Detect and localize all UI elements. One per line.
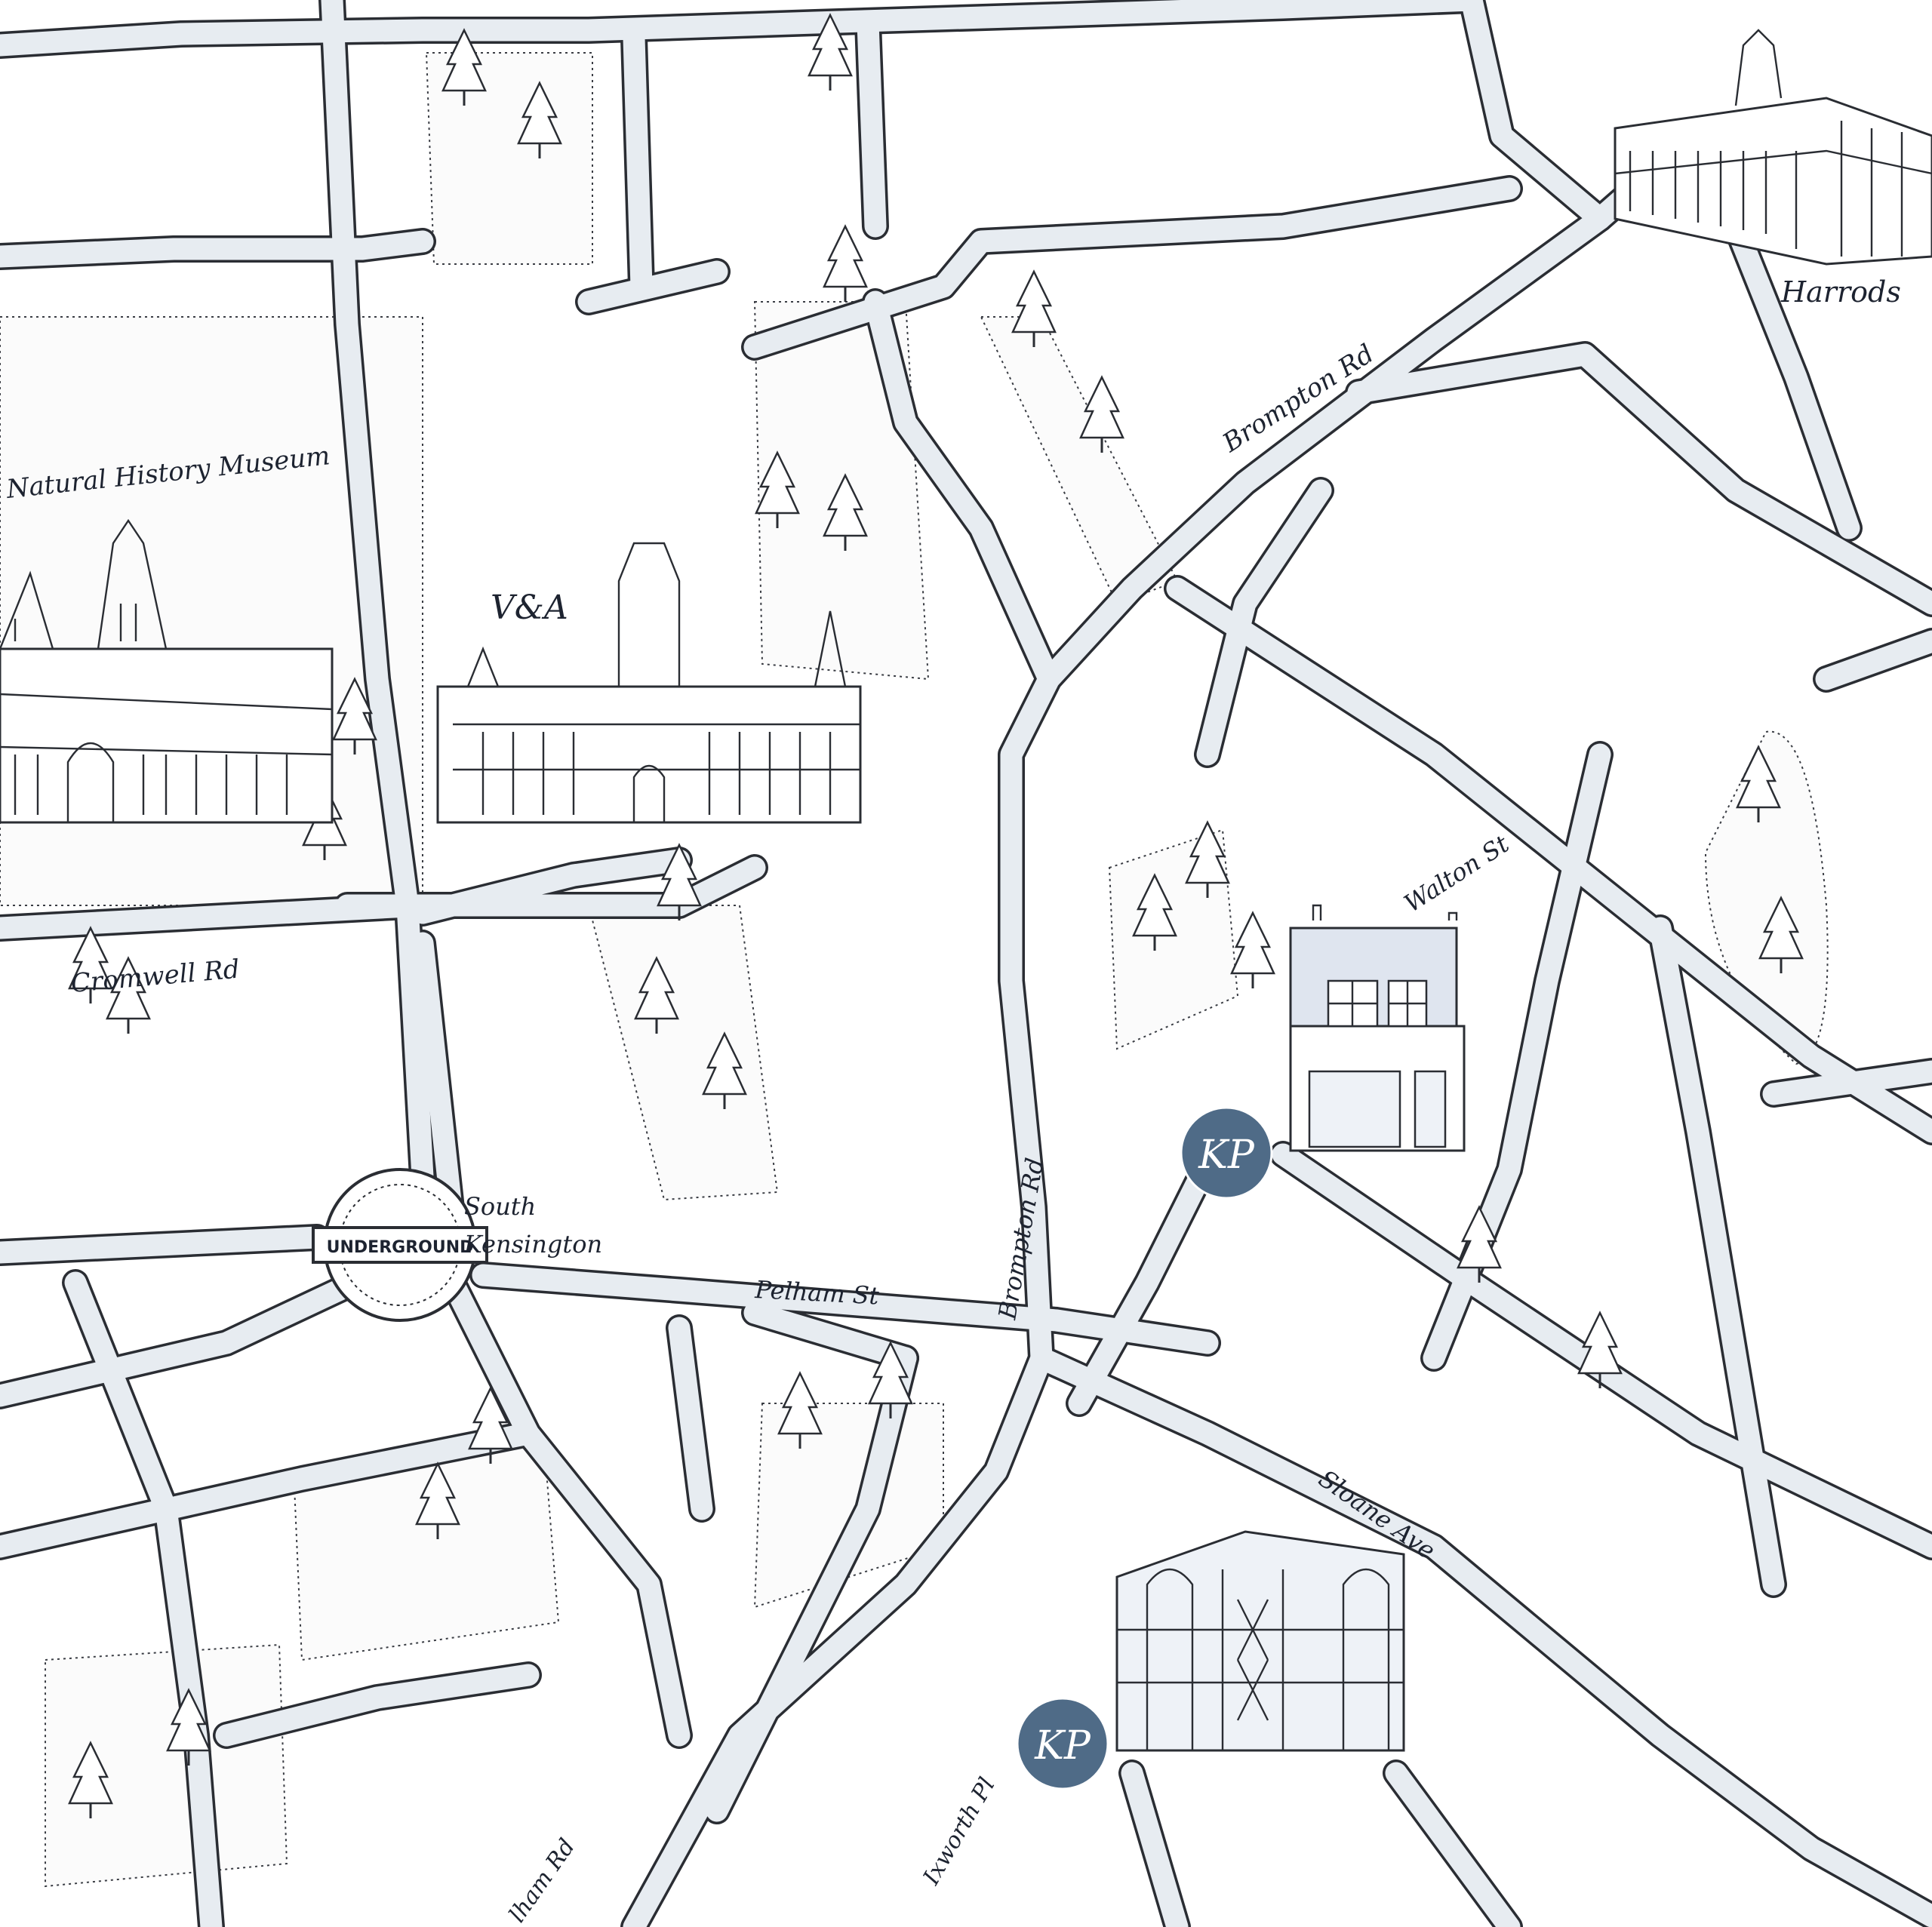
road-fill xyxy=(0,230,434,268)
road-network xyxy=(0,0,1932,1927)
road-fill xyxy=(857,11,887,238)
label-walton-st: Walton St xyxy=(1399,829,1515,918)
label-va: V&A xyxy=(491,589,568,627)
tree-icon xyxy=(823,224,868,302)
road-fill xyxy=(1068,1151,1219,1415)
road-fill xyxy=(623,26,653,298)
label-station-name-line1: South xyxy=(464,1192,536,1221)
road-fill xyxy=(577,260,728,313)
road-fill xyxy=(0,894,434,939)
kp-marker-sloane-text: KP xyxy=(1034,1723,1091,1769)
label-fulham-rd-partial: lham Rd xyxy=(504,1834,580,1927)
hand-drawn-map: UNDERGROUND Natural History Museum V&A H… xyxy=(0,0,1932,1927)
road-fill xyxy=(1762,1060,1932,1105)
kp-marker-walton[interactable]: KP xyxy=(1180,1106,1273,1200)
tree-icon xyxy=(1230,911,1275,988)
label-harrods: Harrods xyxy=(1780,275,1901,309)
road-fill xyxy=(1724,215,1860,539)
road-fill xyxy=(1385,1762,1521,1927)
kp-marker-walton-text: KP xyxy=(1198,1133,1255,1178)
road-fill xyxy=(0,1271,366,1407)
harrods-drawing xyxy=(1614,29,1932,266)
park-middle-strip xyxy=(587,905,779,1201)
kp-walton-building-drawing xyxy=(1289,904,1466,1152)
kp-sloane-building-drawing xyxy=(1115,1530,1405,1752)
underground-roundel-text: UNDERGROUND xyxy=(327,1238,474,1257)
road-fill xyxy=(0,1226,328,1264)
road-fill xyxy=(668,1317,713,1520)
label-ixworth-pl: Ixworth Pl xyxy=(918,1773,1001,1890)
label-station-name-line2: Kensington xyxy=(463,1230,602,1259)
kp-marker-sloane[interactable]: KP xyxy=(1016,1697,1109,1790)
road-fill xyxy=(1121,1762,1189,1927)
